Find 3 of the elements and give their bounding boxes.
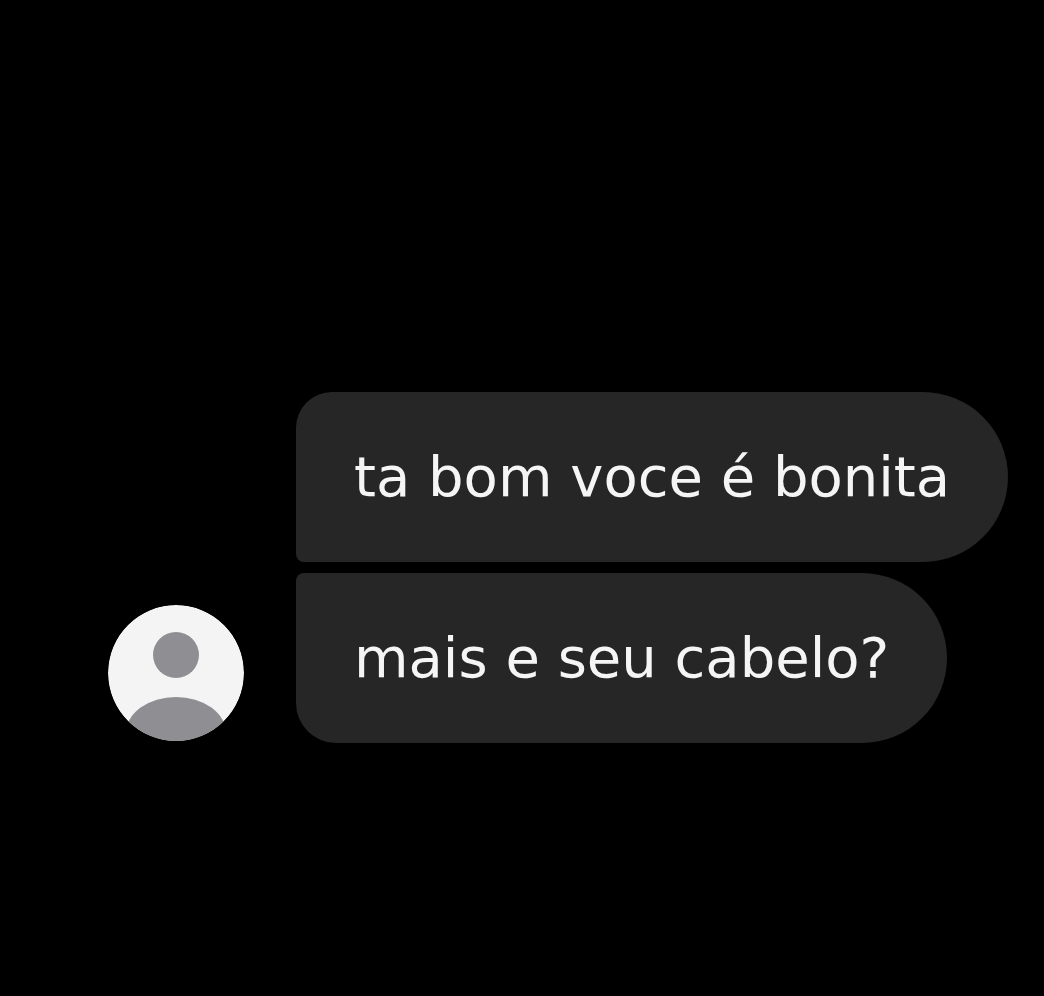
message-bubble: ta bom voce é bonita	[296, 392, 1009, 562]
message-bubble: mais e seu cabelo?	[296, 573, 948, 743]
avatar-icon	[108, 605, 244, 741]
